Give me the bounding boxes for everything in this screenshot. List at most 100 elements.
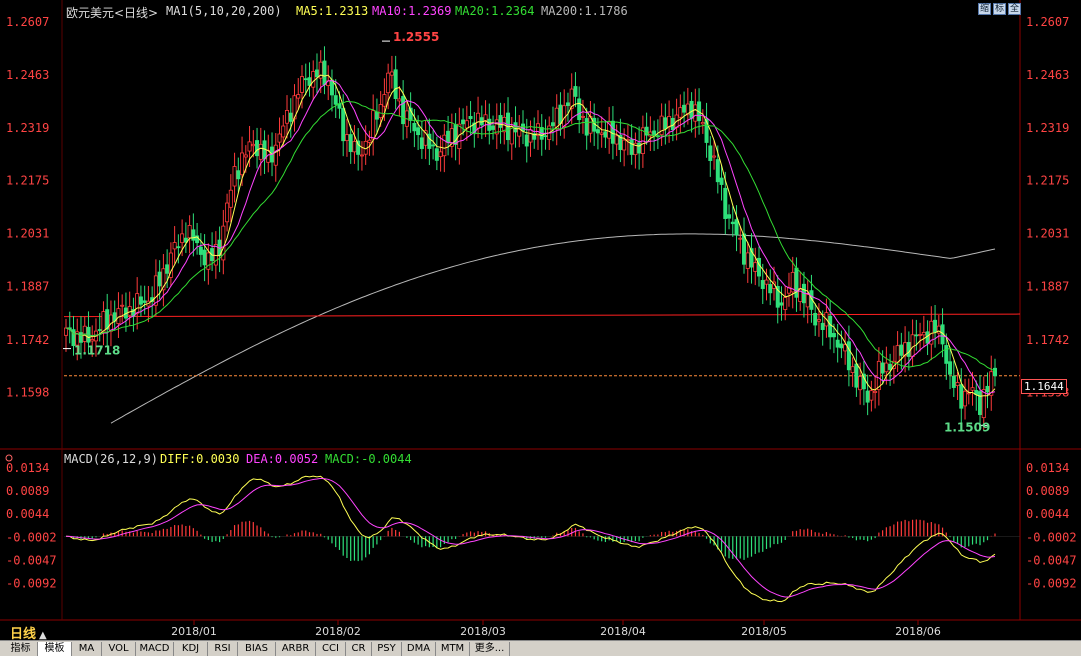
macd-label[interactable]: MACD(26,12,9) bbox=[64, 452, 158, 466]
macd-diff-value: DIFF:0.0030 bbox=[160, 452, 240, 466]
candle-body bbox=[135, 293, 140, 314]
zoom-button[interactable]: 缩 bbox=[978, 3, 991, 15]
candle-body bbox=[352, 141, 357, 153]
price-tick-label-left: 1.2031 bbox=[6, 227, 49, 241]
candle-body bbox=[820, 322, 825, 330]
candle-body bbox=[165, 264, 170, 274]
candle-body bbox=[760, 280, 765, 289]
candle-body bbox=[438, 151, 443, 158]
candle-body bbox=[491, 125, 496, 130]
price-tick-label-left: 1.1887 bbox=[6, 280, 49, 294]
candle-body bbox=[378, 104, 383, 119]
candle-body bbox=[580, 115, 585, 118]
candle-body bbox=[543, 135, 548, 138]
tab-0[interactable]: 指标 bbox=[4, 642, 38, 656]
candle-body bbox=[240, 152, 245, 176]
ma200-line bbox=[110, 233, 996, 424]
candle-body bbox=[97, 329, 102, 331]
candle-body bbox=[921, 331, 926, 336]
candle-body bbox=[667, 116, 672, 128]
tab-4[interactable]: MACD bbox=[136, 642, 174, 656]
time-tick-label: 2018/03 bbox=[460, 625, 506, 638]
candle-body bbox=[727, 214, 732, 219]
tab-13[interactable]: MTM bbox=[436, 642, 470, 656]
tab-11[interactable]: PSY bbox=[372, 642, 402, 656]
candle-body bbox=[858, 376, 863, 391]
candle-body bbox=[255, 140, 260, 157]
tab-1[interactable]: 模板 bbox=[38, 642, 72, 656]
candle-body bbox=[951, 375, 956, 388]
candle-body bbox=[419, 137, 424, 149]
candle-body bbox=[970, 387, 975, 391]
tab-3[interactable]: VOL bbox=[102, 642, 136, 656]
candle-body bbox=[464, 120, 469, 129]
candle-body bbox=[584, 118, 589, 136]
tab-6[interactable]: RSI bbox=[208, 642, 238, 656]
mark-button[interactable]: 标 bbox=[993, 3, 1006, 15]
candle-body bbox=[715, 159, 720, 183]
candle-body bbox=[779, 302, 784, 306]
candle-body bbox=[610, 120, 615, 144]
candle-body bbox=[730, 221, 735, 225]
macd-diff-line bbox=[65, 475, 996, 603]
candle-body bbox=[573, 86, 578, 97]
extreme-label: 1.1509 bbox=[944, 420, 990, 434]
tab-8[interactable]: ARBR bbox=[276, 642, 316, 656]
time-tick-label: 2018/01 bbox=[171, 625, 217, 638]
candle-body bbox=[682, 104, 687, 113]
tab-5[interactable]: KDJ bbox=[174, 642, 208, 656]
candle-body bbox=[322, 60, 327, 86]
price-tick-label-left: 1.2175 bbox=[6, 174, 49, 188]
candle-body bbox=[689, 100, 694, 119]
price-tick-label-left: 1.2463 bbox=[6, 68, 49, 82]
ma5-value: MA5:1.2313 bbox=[296, 4, 369, 18]
candle-body bbox=[708, 145, 713, 161]
candle-body bbox=[64, 327, 69, 336]
symbol-title: 欧元美元<日线> bbox=[66, 6, 159, 20]
tab-2[interactable]: MA bbox=[72, 642, 102, 656]
candle-body bbox=[374, 111, 379, 120]
candle-body bbox=[281, 125, 286, 138]
macd-tick-label-right: -0.0002 bbox=[1026, 530, 1077, 544]
candle-body bbox=[225, 202, 230, 223]
candle-body bbox=[228, 189, 233, 208]
candle-body bbox=[138, 296, 143, 305]
tab-14[interactable]: 更多... bbox=[470, 642, 510, 656]
macd-tick-label-right: -0.0092 bbox=[1026, 576, 1077, 590]
tab-10[interactable]: CR bbox=[346, 642, 372, 656]
macd-tick-label-left: 0.0089 bbox=[6, 484, 49, 498]
ma-indicator-label[interactable]: MA1(5,10,20,200) bbox=[166, 4, 282, 18]
price-tick-label-right: 1.2175 bbox=[1026, 174, 1069, 188]
candle-body bbox=[550, 122, 555, 127]
candle-body bbox=[431, 144, 436, 147]
current-price-box: 1.1644 bbox=[1021, 379, 1067, 394]
price-tick-label-right: 1.2031 bbox=[1026, 227, 1069, 241]
candle-body bbox=[828, 315, 833, 338]
candle-body bbox=[483, 114, 488, 121]
candle-body bbox=[884, 362, 889, 373]
candle-body bbox=[764, 279, 769, 285]
fullscreen-button[interactable]: 全 bbox=[1008, 3, 1021, 15]
price-tick-label-left: 1.2607 bbox=[6, 15, 49, 29]
candle-body bbox=[157, 271, 162, 287]
candle-body bbox=[528, 129, 533, 143]
candle-body bbox=[880, 362, 885, 374]
candle-body bbox=[176, 246, 181, 249]
candle-body bbox=[120, 304, 125, 307]
candle-body bbox=[303, 78, 308, 81]
candle-body bbox=[745, 252, 750, 269]
tab-9[interactable]: CCI bbox=[316, 642, 346, 656]
candle-body bbox=[768, 284, 773, 294]
tab-7[interactable]: BIAS bbox=[238, 642, 276, 656]
candle-body bbox=[910, 334, 915, 358]
candle-body bbox=[944, 345, 949, 364]
candle-body bbox=[614, 135, 619, 145]
candle-body bbox=[783, 297, 788, 310]
candle-body bbox=[816, 319, 821, 322]
candle-body bbox=[948, 361, 953, 375]
time-tick-label: 2018/04 bbox=[600, 625, 646, 638]
tab-12[interactable]: DMA bbox=[402, 642, 436, 656]
candle-body bbox=[348, 134, 353, 152]
candle-body bbox=[981, 389, 986, 419]
candle-body bbox=[693, 104, 698, 122]
